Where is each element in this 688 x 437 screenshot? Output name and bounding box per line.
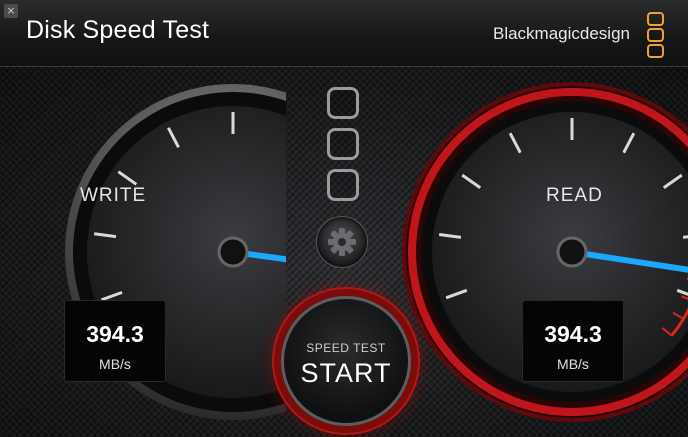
- write-readout: 394.3 MB/s: [64, 300, 166, 382]
- start-button-label: START: [300, 358, 392, 388]
- read-readout: 394.3 MB/s: [522, 300, 624, 382]
- read-needle-hub: [556, 236, 588, 268]
- start-button[interactable]: SPEED TEST START: [281, 296, 411, 426]
- write-label: WRITE: [80, 185, 147, 206]
- read-unit: MB/s: [557, 356, 589, 372]
- read-label: READ: [546, 185, 603, 206]
- close-icon[interactable]: ×: [4, 4, 18, 18]
- app-title: Disk Speed Test: [26, 16, 210, 44]
- read-value: 394.3: [544, 321, 602, 347]
- settings-button[interactable]: [316, 216, 368, 268]
- write-value: 394.3: [86, 321, 144, 347]
- write-unit: MB/s: [99, 356, 131, 372]
- storage-slots: [327, 87, 359, 210]
- title-bar: × Disk Speed Test Blackmagicdesign: [0, 0, 688, 67]
- brand-name: Blackmagicdesign: [492, 24, 630, 43]
- write-needle-hub: [217, 236, 249, 268]
- blackmagic-logo-icon: [647, 12, 664, 60]
- slot-icon: [327, 87, 359, 119]
- start-button-caption: SPEED TEST: [306, 341, 386, 355]
- slot-icon: [327, 128, 359, 160]
- slot-icon: [327, 169, 359, 201]
- gear-icon: [328, 228, 356, 256]
